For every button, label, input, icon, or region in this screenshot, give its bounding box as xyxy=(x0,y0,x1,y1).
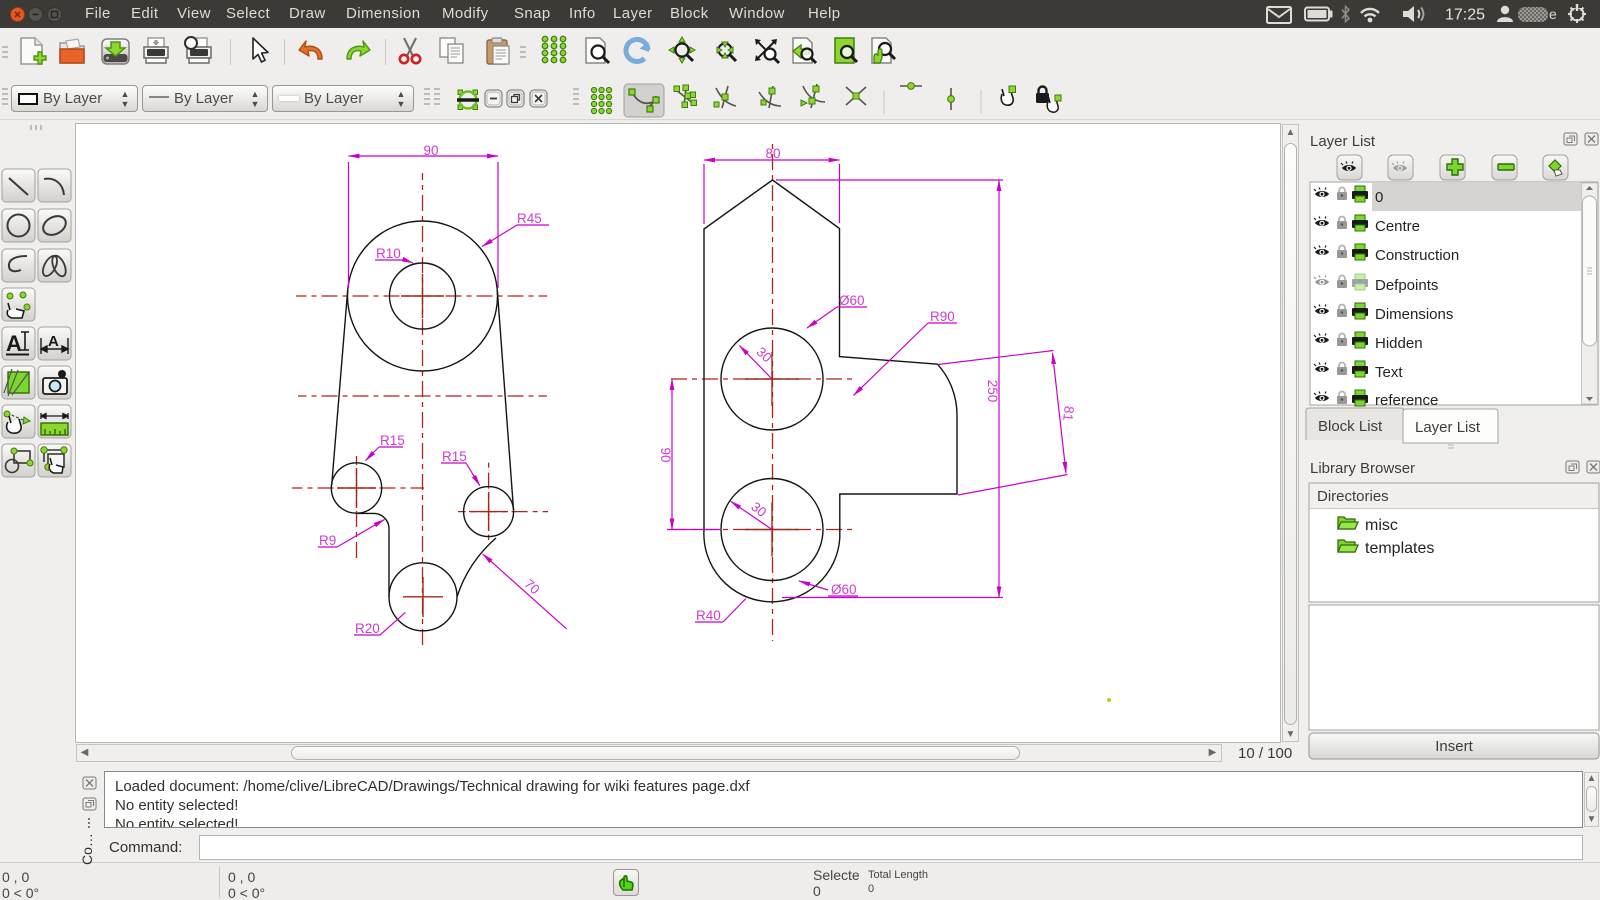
svg-text:81: 81 xyxy=(1060,405,1077,422)
svg-text:Co…: Co… xyxy=(80,833,95,865)
svg-text:Construction: Construction xyxy=(1375,247,1459,264)
svg-text:0: 0 xyxy=(1375,189,1383,206)
svg-text:80: 80 xyxy=(765,146,780,161)
svg-text:R90: R90 xyxy=(930,309,955,324)
svg-text:Directories: Directories xyxy=(1317,488,1389,505)
svg-text:17:25: 17:25 xyxy=(1445,7,1485,24)
svg-text:90: 90 xyxy=(423,143,438,158)
svg-text:A: A xyxy=(6,331,22,356)
svg-text:Insert: Insert xyxy=(1435,738,1473,755)
svg-text:Layer List: Layer List xyxy=(1415,419,1481,436)
svg-text:Block List: Block List xyxy=(1318,418,1383,435)
svg-text:R15: R15 xyxy=(380,433,405,448)
svg-text:R45: R45 xyxy=(517,211,542,226)
svg-text:Layer List: Layer List xyxy=(1310,133,1376,150)
svg-text:A: A xyxy=(48,333,59,350)
svg-text:e: e xyxy=(1549,6,1557,22)
svg-text:misc: misc xyxy=(1365,517,1398,534)
svg-text:R40: R40 xyxy=(696,608,721,623)
svg-text:R10: R10 xyxy=(376,246,401,261)
svg-text:Defpoints: Defpoints xyxy=(1375,277,1438,294)
svg-text:templates: templates xyxy=(1365,540,1434,557)
svg-text:250: 250 xyxy=(985,380,1000,403)
svg-text:Dimensions: Dimensions xyxy=(1375,306,1453,323)
svg-text:Ø60: Ø60 xyxy=(831,582,857,597)
svg-text:R15: R15 xyxy=(442,449,467,464)
svg-text:Library Browser: Library Browser xyxy=(1310,460,1415,477)
svg-text:R9: R9 xyxy=(319,533,336,548)
svg-text:Text: Text xyxy=(1375,364,1403,381)
svg-text:90: 90 xyxy=(658,447,673,462)
svg-text:30: 30 xyxy=(748,499,769,520)
svg-text:R20: R20 xyxy=(355,621,380,636)
svg-text:reference: reference xyxy=(1375,392,1438,409)
svg-text:Hidden: Hidden xyxy=(1375,335,1423,352)
svg-text:Ø60: Ø60 xyxy=(839,293,865,308)
svg-text:Centre: Centre xyxy=(1375,218,1420,235)
svg-text:70: 70 xyxy=(521,576,542,597)
